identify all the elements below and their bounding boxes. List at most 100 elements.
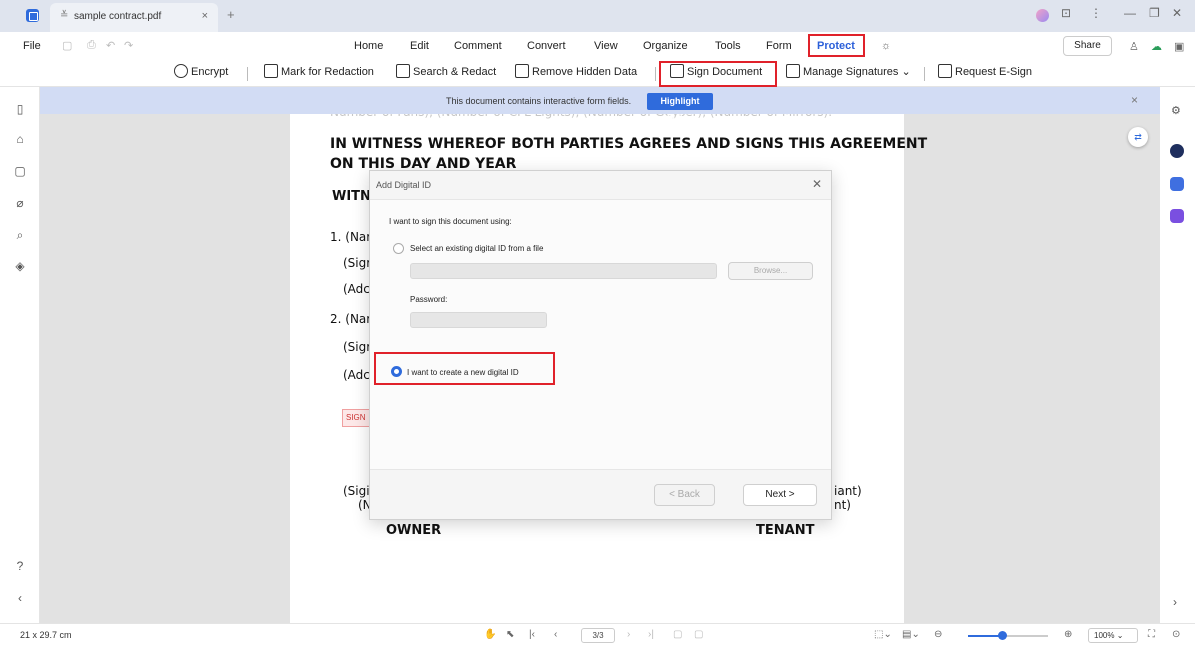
right-sidebar: ⚙ › [1160, 87, 1195, 623]
manage-signatures-button[interactable]: Manage Signatures ⌄ [786, 64, 911, 84]
ribbon-divider [655, 67, 656, 81]
manage-signatures-icon [786, 64, 800, 78]
status-bar: 21 x 29.7 cm ✋ ⬉ |‹ ‹ 3/3 › ›| ▢ ▢ ⬚⌄ ▤⌄… [0, 623, 1195, 646]
translate-icon[interactable]: ⇄ [1128, 127, 1148, 147]
sign-document-highlight-box [659, 61, 777, 87]
zoom-slider-handle[interactable] [998, 631, 1007, 640]
redo-icon[interactable]: ↷ [124, 39, 133, 52]
menu-comment[interactable]: Comment [454, 40, 502, 52]
back-button[interactable]: < Back [654, 484, 715, 506]
fit-page-icon[interactable]: ⬚⌄ [874, 629, 892, 640]
request-esign-button[interactable]: Request E-Sign [938, 64, 1032, 84]
zoom-level-select[interactable]: 100% ⌄ [1088, 628, 1138, 643]
ai-assistant-icon[interactable] [1170, 144, 1184, 158]
collapse-right-icon[interactable]: › [1173, 595, 1177, 609]
account-icon[interactable]: ♙ [1129, 40, 1139, 53]
user-avatar[interactable] [1036, 9, 1049, 22]
document-tab[interactable]: ≚ sample contract.pdf × [50, 3, 218, 32]
more-options-icon[interactable]: ⋮ [1090, 6, 1102, 20]
highlight-fields-button[interactable]: Highlight Fields [647, 93, 713, 123]
add-digital-id-dialog: Add Digital ID ✕ I want to sign this doc… [369, 170, 832, 520]
lightbulb-icon[interactable]: ☼ [881, 40, 891, 52]
zoom-out-icon[interactable]: ⊖ [934, 629, 942, 640]
undo-icon[interactable]: ↶ [106, 39, 115, 52]
encrypt-button[interactable]: Encrypt [174, 64, 228, 84]
last-page-icon[interactable]: ›| [648, 629, 654, 640]
page-layout-icon[interactable]: ▤⌄ [902, 629, 920, 640]
edit-ai-icon[interactable] [1170, 209, 1184, 223]
ribbon-divider [247, 67, 248, 81]
close-window-button[interactable]: ✕ [1172, 6, 1182, 20]
mark-for-redaction-button[interactable]: Mark for Redaction [264, 64, 374, 84]
select-tool-icon[interactable]: ⬉ [506, 629, 514, 640]
menu-view[interactable]: View [594, 40, 618, 52]
maximize-button[interactable]: ❐ [1149, 6, 1160, 20]
two-page-icon[interactable]: ▢ [694, 629, 703, 640]
existing-id-radio[interactable] [393, 243, 404, 254]
protect-ribbon: Encrypt Mark for Redaction Search & Reda… [0, 60, 1195, 87]
menu-home[interactable]: Home [354, 40, 383, 52]
page-size-label: 21 x 29.7 cm [20, 630, 72, 640]
file-menu[interactable]: File [23, 40, 41, 52]
redaction-marker-icon [264, 64, 278, 78]
cloud-sync-icon[interactable]: ☁ [1151, 40, 1162, 53]
bookmark-icon[interactable]: ⌂ [0, 132, 40, 146]
title-bar: ≚ sample contract.pdf × + ⊡ ⋮ — ❐ ✕ [0, 0, 1195, 32]
translate-a-icon[interactable] [1170, 177, 1184, 191]
menu-form[interactable]: Form [766, 40, 792, 52]
fit-width-icon[interactable]: ⛶ [1148, 629, 1155, 640]
next-page-icon[interactable]: › [627, 629, 630, 640]
menu-edit[interactable]: Edit [410, 40, 429, 52]
search-redact-button[interactable]: Search & Redact [396, 64, 496, 84]
dialog-close-button[interactable]: ✕ [812, 177, 822, 191]
page-thumbnail-icon[interactable]: ▯ [0, 102, 40, 116]
info-bar-close-icon[interactable]: × [1131, 93, 1138, 107]
existing-id-label: Select an existing digital ID from a fil… [410, 244, 544, 253]
fullscreen-icon[interactable]: ⊙ [1172, 629, 1180, 640]
menu-convert[interactable]: Convert [527, 40, 566, 52]
layers-icon[interactable]: ◈ [0, 259, 40, 273]
help-icon[interactable]: ? [0, 559, 40, 573]
mark-for-redaction-label: Mark for Redaction [281, 66, 374, 78]
next-button[interactable]: Next > [743, 484, 817, 506]
menu-organize[interactable]: Organize [643, 40, 688, 52]
tab-title: sample contract.pdf [74, 11, 162, 22]
comment-icon[interactable]: ▢ [0, 164, 40, 178]
first-page-icon[interactable]: |‹ [529, 629, 535, 640]
browse-button[interactable]: Browse... [728, 262, 813, 280]
encrypt-label: Encrypt [191, 66, 229, 78]
lock-icon [174, 64, 188, 78]
feedback-icon[interactable]: ⊡ [1061, 6, 1071, 20]
search-icon[interactable]: ⌕ [0, 228, 40, 243]
zoom-level-value: 100% [1094, 631, 1115, 640]
password-input[interactable] [410, 312, 547, 328]
search-redact-label: Search & Redact [413, 66, 497, 78]
print-icon[interactable]: ⎙ [87, 39, 96, 52]
share-button[interactable]: Share [1063, 36, 1112, 56]
new-tab-button[interactable]: + [227, 7, 235, 22]
single-page-icon[interactable]: ▢ [673, 629, 682, 640]
search-redact-icon [396, 64, 410, 78]
manage-signatures-label: Manage Signatures [803, 66, 899, 78]
save-icon[interactable]: ▢ [62, 39, 72, 52]
page-number-input[interactable]: 3/3 [581, 628, 615, 643]
zoom-slider-fill [968, 635, 1002, 637]
protect-highlight-box [808, 34, 865, 57]
request-esign-icon [938, 64, 952, 78]
minimize-button[interactable]: — [1124, 6, 1136, 20]
form-fields-info-bar: This document contains interactive form … [40, 87, 1160, 123]
remove-hidden-data-button[interactable]: Remove Hidden Data [515, 64, 637, 84]
prev-page-icon[interactable]: ‹ [554, 629, 557, 640]
hand-tool-icon[interactable]: ✋ [484, 629, 496, 640]
zoom-in-icon[interactable]: ⊕ [1064, 629, 1072, 640]
info-bar-message: This document contains interactive form … [446, 96, 632, 106]
digital-id-file-input[interactable] [410, 263, 717, 279]
menu-tools[interactable]: Tools [715, 40, 741, 52]
dialog-body: I want to sign this document using: Sele… [370, 199, 831, 470]
menu-bar: File ▢ ⎙ ↶ ↷ Home Edit Comment Convert V… [0, 32, 1195, 60]
attachment-icon[interactable]: ⌀ [0, 196, 40, 210]
panel-toggle-icon[interactable]: ▣ [1174, 40, 1184, 53]
collapse-left-icon[interactable]: ‹ [0, 591, 40, 605]
tab-close-button[interactable]: × [202, 10, 208, 22]
properties-icon[interactable]: ⚙ [1171, 104, 1181, 117]
